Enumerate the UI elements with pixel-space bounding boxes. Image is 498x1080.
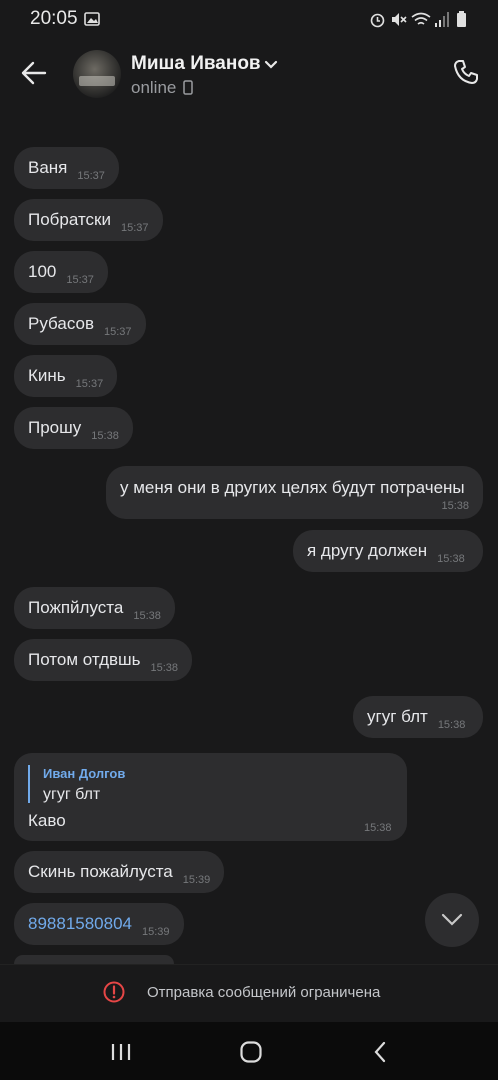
back-icon[interactable] xyxy=(372,1041,388,1063)
warning-icon xyxy=(103,981,125,1003)
message-text: угуг блт xyxy=(367,707,428,726)
message-bubble-outgoing[interactable]: я другу должен 15:38 xyxy=(293,530,483,572)
message-bubble[interactable]: Ваня 15:37 xyxy=(14,147,119,189)
message-time: 15:38 xyxy=(437,719,466,731)
message-text: Кинь xyxy=(28,366,66,385)
message-time: 15:37 xyxy=(66,274,94,286)
message-time: 15:37 xyxy=(77,170,105,182)
message-bubble-outgoing[interactable]: угуг блт 15:38 xyxy=(353,696,483,738)
scroll-down-icon xyxy=(441,913,463,926)
avatar[interactable] xyxy=(73,50,121,98)
message-text: Прошу xyxy=(28,418,82,437)
battery-icon xyxy=(457,11,466,27)
message-bubble-outgoing[interactable]: у меня они в других целях будут потрачен… xyxy=(106,466,483,519)
home-icon[interactable] xyxy=(239,1040,263,1064)
status-bar: 20:05 xyxy=(0,0,498,40)
message-text: у меня они в других целях будут потрачен… xyxy=(120,478,465,497)
reply-author[interactable]: Иван Долгов xyxy=(43,766,125,781)
reply-quoted-text: угуг блт xyxy=(43,786,101,803)
message-bubble[interactable]: Кинь 15:37 xyxy=(14,355,118,397)
message-bubble[interactable]: Скинь пожайлуста 15:39 xyxy=(14,851,225,893)
message-bubble[interactable]: 100 15:37 xyxy=(14,251,108,293)
message-text: 100 xyxy=(28,262,57,281)
presence-status: online xyxy=(131,78,177,97)
message-time: 15:39 xyxy=(182,874,211,886)
message-time: 15:37 xyxy=(120,222,149,234)
message-text: Потом отдвшь xyxy=(28,650,141,669)
mobile-icon xyxy=(183,80,193,95)
message-bubble-partial xyxy=(14,955,174,964)
contact-name[interactable]: Миша Иванов xyxy=(131,53,261,75)
phone-icon[interactable] xyxy=(452,58,480,86)
message-time: 15:38 xyxy=(91,430,119,442)
image-icon xyxy=(84,12,100,26)
message-time: 15:39 xyxy=(142,926,170,938)
scroll-down-button[interactable] xyxy=(425,893,479,947)
restriction-text: Отправка сообщений ограничена xyxy=(147,984,381,1001)
message-time: 15:38 xyxy=(150,662,179,674)
message-time: 15:38 xyxy=(133,610,161,622)
message-text: Рубасов xyxy=(28,314,95,333)
message-bubble[interactable]: Прошу 15:38 xyxy=(14,407,133,449)
alarm-icon xyxy=(370,13,385,28)
message-bubble[interactable]: Рубасов 15:37 xyxy=(14,303,146,345)
wifi-icon xyxy=(411,12,431,25)
reply-quote-bar xyxy=(28,765,30,803)
recent-apps-icon[interactable] xyxy=(110,1042,132,1062)
message-text: я другу должен xyxy=(307,541,428,560)
message-bubble[interactable]: Побратски 15:37 xyxy=(14,199,163,241)
message-bubble[interactable]: 89881580804 15:39 xyxy=(14,903,184,945)
signal-icon xyxy=(435,12,449,27)
message-time: 15:38 xyxy=(437,553,465,565)
message-time: 15:38 xyxy=(364,822,392,834)
status-time: 20:05 xyxy=(30,8,78,29)
message-text: Скинь пожайлуста xyxy=(28,862,173,881)
message-text: Пожпйлуста xyxy=(28,598,124,617)
phone-link[interactable]: 89881580804 xyxy=(28,914,132,934)
message-bubble[interactable]: Потом отдвшь 15:38 xyxy=(14,639,193,681)
message-text: Ваня xyxy=(28,158,68,177)
message-bubble[interactable]: Пожпйлуста 15:38 xyxy=(14,587,175,629)
message-time: 15:37 xyxy=(75,378,104,390)
message-time: 15:38 xyxy=(441,500,469,512)
message-time: 15:37 xyxy=(104,326,132,338)
back-arrow-icon[interactable] xyxy=(20,60,48,86)
chevron-down-icon[interactable] xyxy=(264,60,278,70)
mute-icon xyxy=(392,13,407,26)
message-text: Каво xyxy=(28,811,66,830)
message-text: Побратски xyxy=(28,210,111,229)
